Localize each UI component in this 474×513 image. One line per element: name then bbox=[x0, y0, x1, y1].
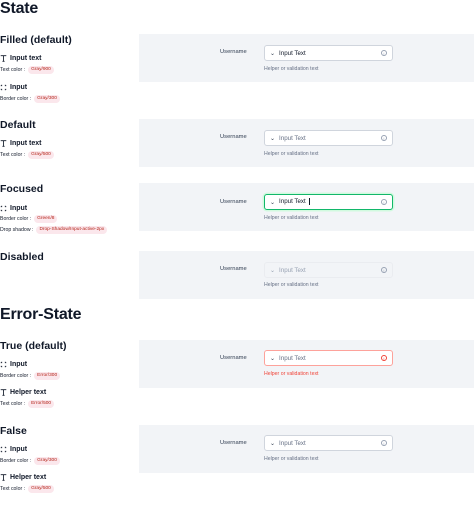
token-pill: Gray/300 bbox=[34, 95, 60, 103]
field-label: Username bbox=[220, 199, 247, 205]
spec-line: Text color : Error/500 bbox=[0, 400, 55, 408]
chevron-down-icon[interactable]: ⌄ bbox=[270, 440, 275, 447]
group-title-default: Default bbox=[0, 119, 36, 131]
input-field-error[interactable]: ⌄ Input Text i bbox=[264, 350, 393, 366]
token-pill: Gray/900 bbox=[28, 66, 54, 74]
spec-line: Border color : Gray/300 bbox=[0, 95, 60, 103]
spec-input-text: Input text bbox=[0, 55, 42, 62]
chevron-down-icon[interactable]: ⌄ bbox=[270, 50, 275, 57]
helper-text-error: Helper or validation text bbox=[264, 371, 319, 377]
chevron-down-icon[interactable]: ⌄ bbox=[270, 135, 275, 142]
component-icon bbox=[0, 84, 7, 91]
input-field-focused[interactable]: ⌄ Input Text i bbox=[264, 194, 393, 210]
input-field-disabled: ⌄ Input Text i bbox=[264, 262, 393, 278]
spec-input: Input bbox=[0, 446, 27, 453]
input-field-default[interactable]: ⌄ Input Text i bbox=[264, 130, 393, 146]
spec-line: Border color : Green/8 bbox=[0, 215, 58, 223]
group-title-filled: Filled (default) bbox=[0, 34, 72, 46]
section-title-error-state: Error-State bbox=[0, 306, 82, 323]
field-label: Username bbox=[220, 49, 247, 55]
chevron-down-icon: ⌄ bbox=[270, 267, 276, 274]
field-label: Username bbox=[220, 355, 247, 361]
info-icon[interactable]: i bbox=[381, 50, 387, 56]
spec-line: Border color : Gray/300 bbox=[0, 457, 60, 465]
helper-text: Helper or validation text bbox=[264, 215, 319, 221]
info-icon: i bbox=[381, 267, 387, 273]
group-title-focused: Focused bbox=[0, 183, 44, 195]
spec-input: Input bbox=[0, 84, 27, 91]
token-pill: Green/8 bbox=[34, 215, 58, 223]
helper-text: Helper or validation text bbox=[264, 151, 319, 157]
spec-line: Text color : Gray/900 bbox=[0, 66, 54, 74]
spec-line: Drop shadow : Drop-Shadow/Input-active-2… bbox=[0, 226, 108, 234]
spec-line: Text color : Gray/500 bbox=[0, 151, 54, 159]
spec-input: Input bbox=[0, 361, 27, 368]
text-icon bbox=[0, 140, 7, 147]
spec-helper-text: Helper text bbox=[0, 474, 46, 481]
input-value: Input Text bbox=[279, 198, 306, 206]
token-pill: Error/300 bbox=[34, 372, 61, 380]
input-placeholder: Input Text bbox=[279, 266, 306, 274]
spec-input-text: Input text bbox=[0, 140, 42, 147]
helper-text: Helper or validation text bbox=[264, 66, 319, 72]
field-label: Username bbox=[220, 266, 247, 272]
input-field-no-error[interactable]: ⌄ Input Text i bbox=[264, 435, 393, 451]
info-icon[interactable]: i bbox=[381, 440, 387, 446]
spec-line: Text color : Gray/500 bbox=[0, 485, 54, 493]
text-icon bbox=[0, 474, 7, 481]
input-placeholder: Input Text bbox=[279, 439, 306, 447]
input-value: Input Text bbox=[279, 49, 306, 57]
info-icon[interactable]: i bbox=[381, 199, 387, 205]
input-field-filled[interactable]: ⌄ Input Text i bbox=[264, 45, 393, 61]
input-placeholder: Input Text bbox=[279, 354, 306, 362]
text-icon bbox=[0, 389, 7, 396]
spec-helper-text: Helper text bbox=[0, 389, 46, 396]
error-info-icon[interactable]: i bbox=[381, 355, 387, 361]
group-title-true-default: True (default) bbox=[0, 340, 67, 352]
section-title-state: State bbox=[0, 0, 39, 17]
chevron-down-icon[interactable]: ⌄ bbox=[270, 355, 275, 362]
spec-line: Border color : Error/300 bbox=[0, 372, 61, 380]
component-icon bbox=[0, 205, 7, 212]
token-pill: Gray/300 bbox=[34, 457, 60, 465]
helper-text: Helper or validation text bbox=[264, 282, 319, 288]
token-pill: Gray/500 bbox=[28, 485, 54, 493]
text-caret bbox=[308, 198, 310, 206]
helper-text: Helper or validation text bbox=[264, 456, 319, 462]
component-icon bbox=[0, 361, 7, 368]
text-icon bbox=[0, 55, 7, 62]
group-title-disabled: Disabled bbox=[0, 251, 44, 263]
token-pill: Drop-Shadow/Input-active-2px bbox=[36, 226, 108, 234]
field-label: Username bbox=[220, 134, 247, 140]
token-pill: Error/500 bbox=[28, 400, 55, 408]
token-pill: Gray/500 bbox=[28, 151, 54, 159]
info-icon[interactable]: i bbox=[381, 135, 387, 141]
input-placeholder: Input Text bbox=[279, 134, 306, 142]
group-title-false: False bbox=[0, 425, 27, 437]
field-label: Username bbox=[220, 440, 247, 446]
spec-input: Input bbox=[0, 205, 27, 212]
chevron-down-icon[interactable]: ⌄ bbox=[270, 199, 275, 206]
component-icon bbox=[0, 446, 7, 453]
